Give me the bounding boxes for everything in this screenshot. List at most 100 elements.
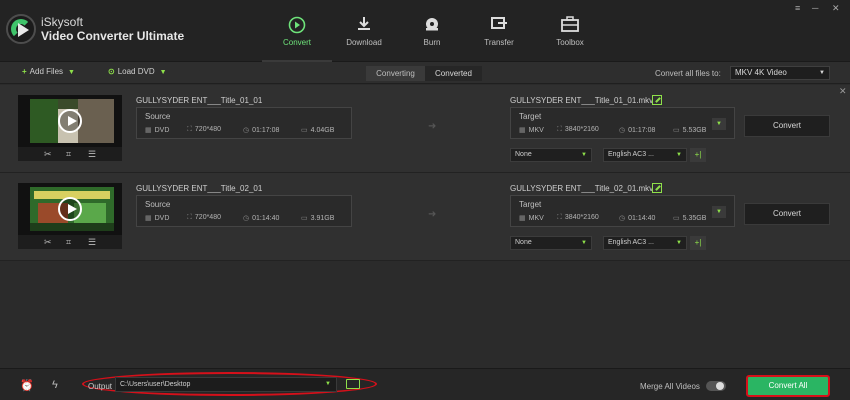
output-path-value: C:\Users\user\Desktop	[120, 381, 191, 388]
nav-transfer-label: Transfer	[484, 38, 514, 47]
target-format: MKV	[528, 215, 544, 222]
source-info-box: Source ▦ DVD ⛶ 720*480 ◷ 01:17:08 ▭ 4.04GB	[136, 107, 352, 139]
audio-select[interactable]: English AC3 ... ▼	[603, 236, 687, 250]
thumbnail-tools: ✂ ⌗ ☰	[18, 235, 122, 249]
target-duration: 01:17:08	[628, 127, 656, 134]
film-icon: ▦	[519, 127, 526, 134]
chevron-down-icon: ▼	[581, 240, 587, 246]
menu-icon[interactable]: ≡	[795, 3, 800, 13]
video-thumbnail[interactable]	[18, 183, 122, 235]
edit-icon[interactable]	[652, 183, 662, 193]
target-filename: GULLYSYDER ENT___Title_01_01.mkv	[510, 96, 654, 105]
merge-toggle[interactable]	[706, 381, 726, 391]
plus-icon: +	[22, 67, 27, 76]
nav-burn-label: Burn	[423, 38, 441, 47]
target-size: 5.53GB	[682, 127, 707, 134]
source-resolution: 720*480	[194, 214, 221, 221]
nav-convert-label: Convert	[282, 38, 311, 47]
effects-icon[interactable]: ☰	[88, 237, 96, 248]
nav-download[interactable]: Download	[329, 0, 399, 62]
crop-icon[interactable]: ⌗	[66, 237, 71, 248]
convert-all-to-label: Convert all files to:	[655, 69, 721, 78]
play-icon[interactable]	[58, 109, 82, 133]
target-label: Target	[519, 200, 542, 209]
burn-icon	[426, 18, 438, 31]
source-filename: GULLYSYDER ENT___Title_01_01	[136, 96, 263, 105]
source-resolution: 720*480	[194, 126, 221, 133]
nav-burn[interactable]: Burn	[397, 0, 467, 62]
load-dvd-button[interactable]: ⊙ Load DVD ▼	[108, 67, 167, 76]
convert-all-button[interactable]: Convert All	[746, 375, 830, 397]
trim-icon[interactable]: ✂	[44, 149, 52, 160]
close-icon[interactable]: ✕	[839, 86, 847, 97]
chevron-down-icon: ▼	[676, 240, 682, 246]
source-label: Source	[145, 200, 171, 209]
chevron-down-icon: ▼	[581, 152, 587, 158]
resolution-icon: ⛶	[557, 214, 562, 221]
toolbar: + Add Files ▼ ⊙ Load DVD ▼ Converting Conver…	[0, 62, 850, 84]
add-subtitle-button[interactable]: +|	[690, 236, 706, 250]
arrow-right-icon: ➜	[428, 121, 437, 132]
film-icon: ▦	[519, 215, 526, 222]
add-subtitle-button[interactable]: +|	[690, 148, 706, 162]
tab-converted[interactable]: Converted	[425, 66, 482, 81]
clock-icon: ◷	[243, 127, 250, 134]
app-name-line1: iSkysoft	[41, 15, 84, 29]
alarm-clock-icon[interactable]: ⏰	[20, 379, 34, 392]
chevron-down-icon: ▼	[819, 70, 825, 76]
bottom-bar: ⏰ ϟ Output C:\Users\user\Desktop ▼ Merge …	[0, 368, 850, 400]
chevron-down-icon: ▼	[325, 381, 331, 387]
target-info-box[interactable]: Target ▦ MKV ⛶ 3840*2160 ◷ 01:17:08 ▭ 5.53GB…	[510, 107, 735, 139]
chevron-down-icon[interactable]: ▼	[68, 69, 75, 76]
toolbox-icon	[561, 16, 579, 32]
minimize-icon[interactable]: ─	[812, 3, 818, 13]
resolution-icon: ⛶	[187, 214, 192, 221]
tab-converting[interactable]: Converting	[366, 66, 425, 81]
target-settings-dropdown[interactable]: ▼	[712, 206, 726, 218]
merge-all-label: Merge All Videos	[640, 382, 700, 391]
source-format: DVD	[154, 215, 170, 222]
dvd-icon: ⊙	[108, 67, 115, 76]
audio-value: English AC3 ...	[608, 151, 654, 158]
nav-toolbox[interactable]: Toolbox	[535, 0, 605, 62]
lightning-icon[interactable]: ϟ	[52, 379, 58, 391]
chevron-down-icon[interactable]: ▼	[160, 69, 167, 76]
target-label: Target	[519, 112, 542, 121]
subtitle-select[interactable]: None ▼	[510, 236, 592, 250]
crop-icon[interactable]: ⌗	[66, 149, 71, 160]
close-icon[interactable]: ✕	[832, 3, 840, 14]
nav-convert[interactable]: Convert	[262, 0, 332, 62]
open-folder-icon[interactable]	[346, 379, 360, 389]
transfer-icon	[491, 17, 507, 29]
source-size: 4.04GB	[310, 127, 335, 134]
resolution-icon: ⛶	[187, 126, 192, 133]
app-header: iSkysoft Video Converter Ultimate Conver…	[0, 0, 850, 62]
add-files-button[interactable]: + Add Files ▼	[22, 67, 75, 76]
output-label: Output	[88, 382, 113, 391]
source-format: DVD	[154, 127, 170, 134]
audio-select[interactable]: English AC3 ... ▼	[603, 148, 687, 162]
target-settings-dropdown[interactable]: ▼	[712, 118, 726, 130]
nav-transfer[interactable]: Transfer	[464, 0, 534, 62]
trim-icon[interactable]: ✂	[44, 237, 52, 248]
file-icon: ▭	[673, 215, 680, 222]
edit-icon[interactable]	[652, 95, 662, 105]
effects-icon[interactable]: ☰	[88, 149, 96, 160]
add-files-label: Add Files	[29, 67, 64, 76]
arrow-right-icon: ➜	[428, 209, 437, 220]
play-icon[interactable]	[58, 197, 82, 221]
output-format-select[interactable]: MKV 4K Video ▼	[730, 66, 830, 80]
subtitle-select[interactable]: None ▼	[510, 148, 592, 162]
convert-button[interactable]: Convert	[744, 203, 830, 225]
video-thumbnail[interactable]	[18, 95, 122, 147]
film-icon: ▦	[145, 215, 152, 222]
download-icon	[358, 17, 370, 30]
file-icon: ▭	[301, 127, 308, 134]
convert-button[interactable]: Convert	[744, 115, 830, 137]
source-duration: 01:14:40	[252, 215, 280, 222]
output-format-value: MKV 4K Video	[735, 68, 787, 77]
nav-toolbox-label: Toolbox	[556, 38, 584, 47]
output-path-select[interactable]: C:\Users\user\Desktop ▼	[115, 377, 337, 392]
target-info-box[interactable]: Target ▦ MKV ⛶ 3840*2160 ◷ 01:14:40 ▭ 5.35GB…	[510, 195, 735, 227]
source-filename: GULLYSYDER ENT___Title_02_01	[136, 184, 263, 193]
